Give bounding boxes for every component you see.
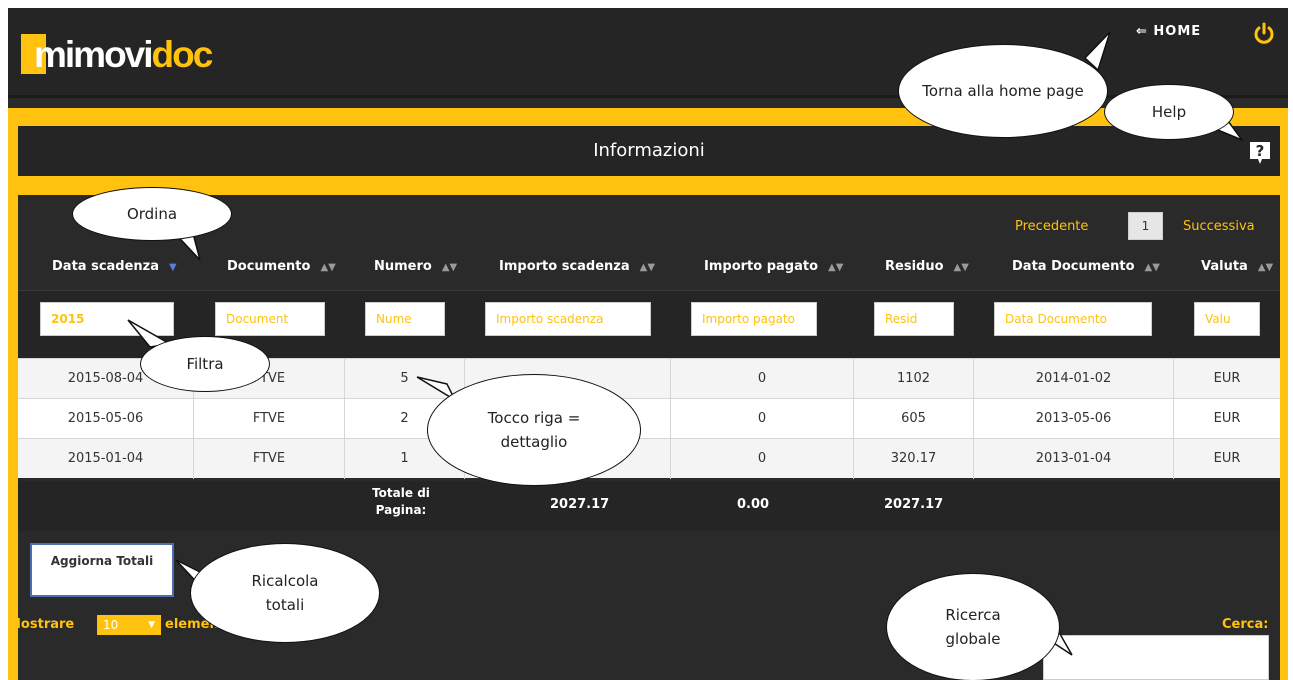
refresh-totals-button[interactable]: Aggiorna Totali xyxy=(30,543,174,597)
table-row[interactable]: 2015-05-06 FTVE 2 0 605 2013-05-06 EUR xyxy=(18,398,1280,439)
sort-icon: ▲▼ xyxy=(1144,262,1160,273)
column-label: Numero xyxy=(374,259,432,274)
cell-importo-pagato: 0 xyxy=(671,399,854,439)
column-label: Documento xyxy=(227,259,311,274)
column-label: Data Documento xyxy=(1012,259,1135,274)
filter-valuta[interactable]: Valu xyxy=(1194,302,1260,336)
cell-data-documento: 2013-05-06 xyxy=(974,399,1174,439)
pager-next[interactable]: Successiva xyxy=(1183,219,1255,234)
callout-search: Ricerca globale xyxy=(886,573,1060,680)
logo-text-white: mimovi xyxy=(34,34,154,75)
sort-icon: ▲▼ xyxy=(441,262,458,273)
column-header-documento[interactable]: Documento ▲▼ xyxy=(227,259,336,281)
chevron-down-icon: ▼ xyxy=(148,620,155,630)
page-length-select[interactable]: 10 ▼ xyxy=(97,615,161,635)
cell-residuo: 320.17 xyxy=(854,439,974,479)
callout-home: Torna alla home page xyxy=(898,44,1108,138)
sort-icon: ▲▼ xyxy=(828,262,844,273)
search-label: Cerca: xyxy=(1222,617,1269,632)
sort-icon: ▲▼ xyxy=(1257,262,1274,273)
filter-data-documento[interactable]: Data Documento xyxy=(994,302,1152,336)
column-header-importo-pagato[interactable]: Importo pagato ▲▼ xyxy=(704,259,843,281)
page-length-label: Mostrare xyxy=(8,617,75,632)
svg-text:?: ? xyxy=(1256,142,1265,160)
filter-documento[interactable]: Document xyxy=(215,302,325,336)
cell-valuta: EUR xyxy=(1213,371,1241,386)
cell-importo-pagato: 0 xyxy=(671,359,854,399)
cell-residuo: 1102 xyxy=(854,359,974,399)
cell-importo-pagato: 0 xyxy=(671,439,854,479)
total-residuo: 2027.17 xyxy=(884,497,944,512)
sort-desc-icon: ▼ xyxy=(169,262,177,273)
pager-page-1[interactable]: 1 xyxy=(1128,212,1163,240)
cell-documento: FTVE xyxy=(194,439,345,479)
page-length-value: 10 xyxy=(103,618,119,632)
page-totals-row: Totale di Pagina: 2027.17 0.00 2027.17 xyxy=(18,481,1280,531)
filter-importo-scadenza[interactable]: Importo scadenza xyxy=(485,302,651,336)
callout-help: Help xyxy=(1104,84,1234,140)
sort-icon: ▲▼ xyxy=(320,262,336,273)
column-label: Residuo xyxy=(885,259,944,274)
cell-data-documento: 2014-01-02 xyxy=(974,359,1174,399)
totals-label: Totale di Pagina: xyxy=(372,486,430,517)
cell-numero: 5 xyxy=(345,359,465,399)
search-input[interactable] xyxy=(1043,635,1269,680)
cell-data-scadenza: 2015-01-04 xyxy=(18,439,194,479)
cell-documento: FTVE xyxy=(194,399,345,439)
column-header-data-scadenza[interactable]: Data scadenza ▼ xyxy=(52,259,177,281)
sort-icon: ▲▼ xyxy=(953,262,969,273)
column-label: Data scadenza xyxy=(52,259,160,274)
column-header-valuta[interactable]: Valuta ▲▼ xyxy=(1201,259,1273,281)
section-title: Informazioni xyxy=(593,140,705,161)
cell-valuta: EUR xyxy=(1213,451,1241,466)
column-header-importo-scadenza[interactable]: Importo scadenza ▲▼ xyxy=(499,259,655,281)
column-label: Valuta xyxy=(1201,259,1248,274)
section-header: Informazioni ? xyxy=(18,126,1280,176)
cell-valuta: EUR xyxy=(1213,411,1241,426)
home-link[interactable]: ⇐ HOME xyxy=(1136,24,1201,39)
filter-importo-pagato[interactable]: Importo pagato xyxy=(691,302,817,336)
column-label: Importo scadenza xyxy=(499,259,630,274)
cell-data-scadenza: 2015-05-06 xyxy=(18,399,194,439)
callout-sort: Ordina xyxy=(72,187,232,241)
filter-numero[interactable]: Nume xyxy=(365,302,445,336)
cell-residuo: 605 xyxy=(854,399,974,439)
column-header-data-documento[interactable]: Data Documento ▲▼ xyxy=(1012,259,1160,281)
power-icon[interactable] xyxy=(1253,22,1275,44)
cell-data-documento: 2013-01-04 xyxy=(974,439,1174,479)
column-header-residuo[interactable]: Residuo ▲▼ xyxy=(885,259,969,281)
column-header-numero[interactable]: Numero ▲▼ xyxy=(374,259,457,281)
logo-text: mimovidoc xyxy=(34,34,214,76)
help-icon[interactable]: ? xyxy=(1248,140,1272,166)
callout-row: Tocco riga = dettaglio xyxy=(427,374,641,486)
callout-filter: Filtra xyxy=(140,336,270,392)
filter-data-scadenza[interactable]: 2015 xyxy=(40,302,174,336)
total-importo-scadenza: 2027.17 xyxy=(550,497,610,512)
callout-totals: Ricalcola totali xyxy=(190,543,380,643)
column-label: Importo pagato xyxy=(704,259,819,274)
logo: mimovidoc xyxy=(21,32,223,76)
filter-residuo[interactable]: Resid xyxy=(874,302,954,336)
sort-icon: ▲▼ xyxy=(639,262,656,273)
logo-text-yellow: doc xyxy=(151,34,214,75)
table-row[interactable]: 2015-01-04 FTVE 1 0 320.17 2013-01-04 EU… xyxy=(18,438,1280,479)
pager-previous[interactable]: Precedente xyxy=(1015,219,1088,234)
total-importo-pagato: 0.00 xyxy=(737,497,770,512)
